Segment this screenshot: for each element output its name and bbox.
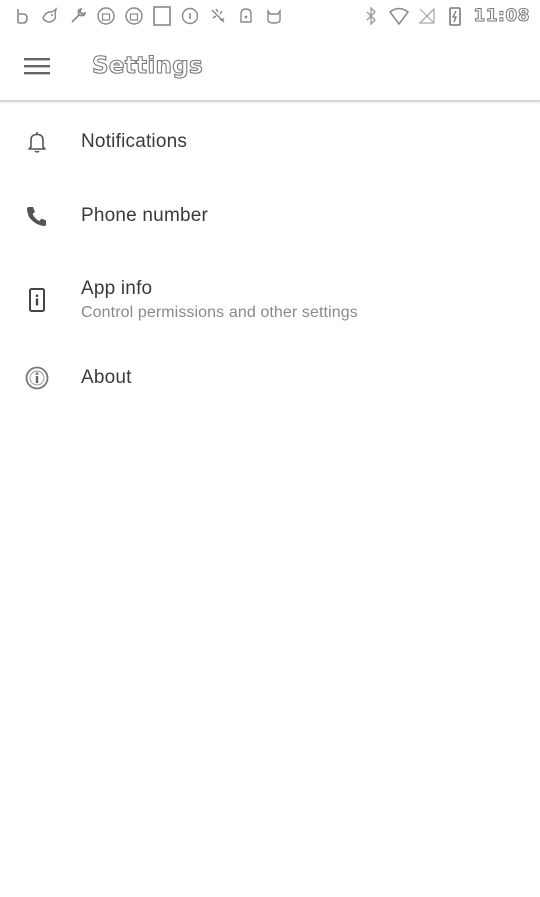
android-icon [236, 6, 256, 26]
b-app-icon [12, 6, 32, 26]
status-bar-time: 11:08 [473, 6, 530, 27]
wifi-icon [389, 6, 410, 26]
phone-icon [0, 203, 74, 229]
settings-item-title: Notifications [81, 131, 188, 152]
settings-item-notifications[interactable]: Notifications [0, 104, 540, 180]
cat-app-icon [264, 6, 284, 26]
square-app-icon [152, 6, 172, 26]
about-info-icon [0, 365, 74, 391]
app-info-icon [0, 287, 74, 313]
puzzle-icon [208, 6, 228, 26]
lock-app-icon [96, 6, 116, 26]
settings-item-subtitle: Control permissions and other settings [81, 304, 358, 321]
lock-app-icon-2 [124, 6, 144, 26]
no-signal-icon [417, 6, 437, 26]
bluetooth-icon [361, 6, 381, 26]
settings-item-title: About [81, 367, 132, 388]
bell-icon [0, 129, 74, 155]
settings-item-app-info[interactable]: App info Control permissions and other s… [0, 252, 540, 348]
settings-item-about[interactable]: About [0, 348, 540, 408]
page-title: Settings [91, 52, 203, 79]
settings-list: Notifications Phone number App info Cont… [0, 104, 540, 408]
hamburger-menu-icon [24, 58, 50, 75]
status-bar-system-icons: 11:08 [361, 6, 530, 27]
settings-item-title: App info [81, 278, 153, 299]
battery-charging-icon [445, 6, 465, 26]
wrench-icon [68, 6, 88, 26]
bird-app-icon [40, 6, 60, 26]
info-circle-icon [180, 6, 200, 26]
app-bar: Settings [0, 32, 540, 102]
settings-item-phone-number[interactable]: Phone number [0, 180, 540, 252]
settings-item-title: Phone number [81, 205, 209, 226]
status-bar-notification-icons [12, 6, 284, 26]
status-bar: 11:08 [0, 0, 540, 32]
hamburger-menu-button[interactable] [0, 31, 74, 101]
